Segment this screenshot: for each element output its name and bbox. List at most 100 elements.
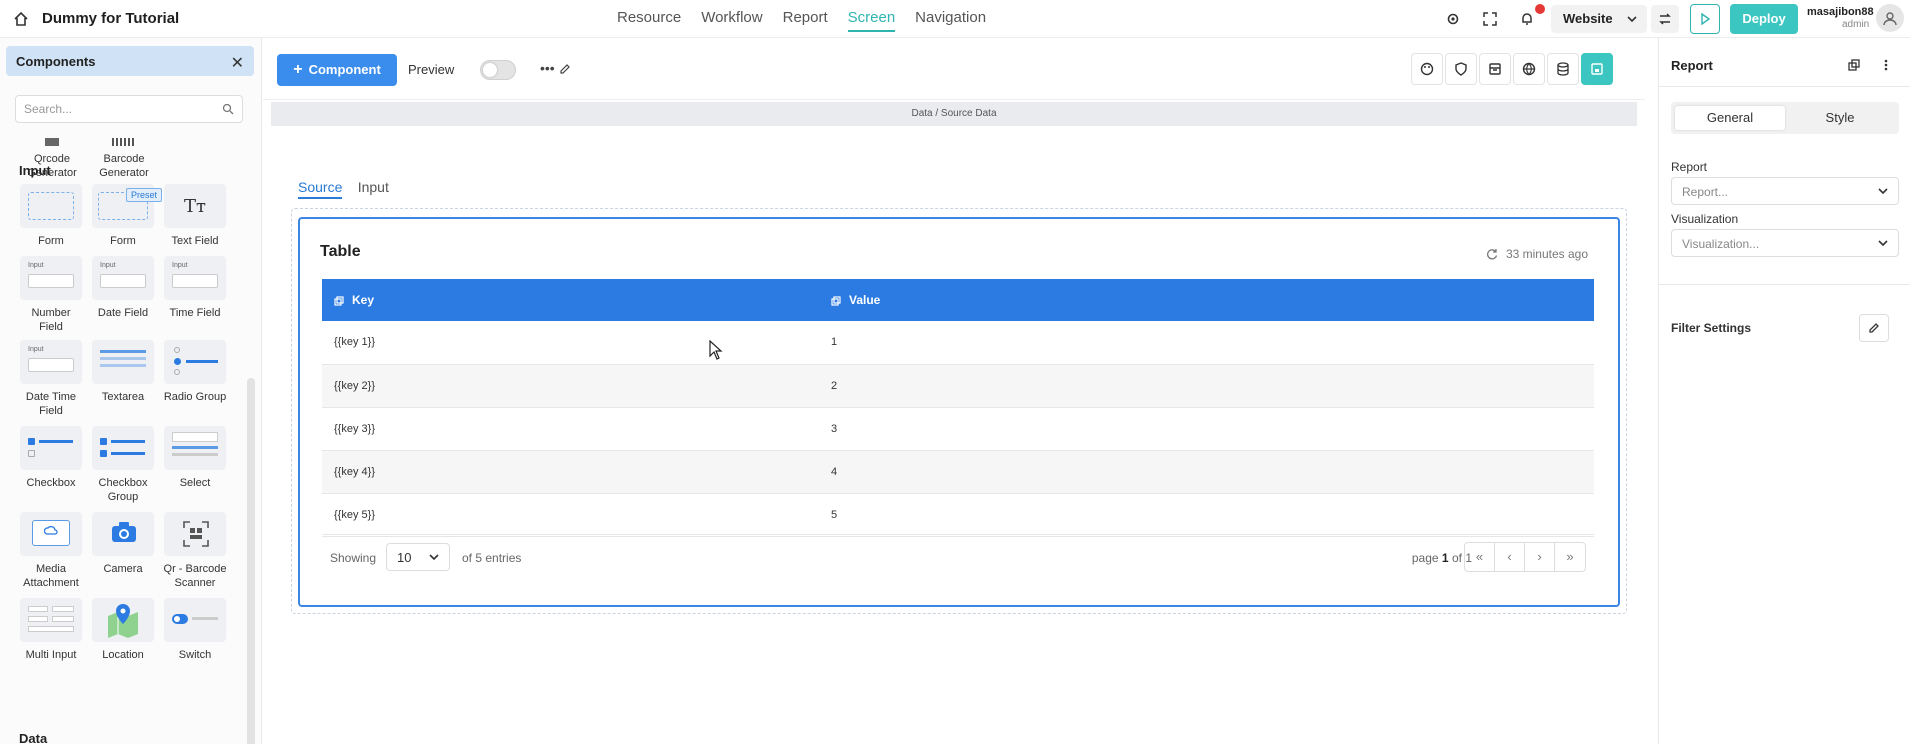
components-header: Components ✕ xyxy=(6,46,254,76)
page-size-select[interactable]: 10 xyxy=(386,543,450,571)
chevron-down-icon xyxy=(1878,188,1888,195)
copy-icon[interactable] xyxy=(1845,56,1863,74)
expand-icon[interactable] xyxy=(1481,10,1499,28)
prev-page-icon[interactable]: ‹ xyxy=(1495,543,1525,571)
table-cell-key: {{key 4}} xyxy=(322,450,819,494)
multi-input-icon xyxy=(20,598,82,642)
table-row[interactable]: {{key 3}} 3 xyxy=(322,407,1594,451)
refresh-icon xyxy=(1486,249,1498,260)
table-row[interactable]: {{key 5}} 5 xyxy=(322,493,1594,537)
avatar[interactable] xyxy=(1876,4,1904,32)
tab-source[interactable]: Source xyxy=(298,179,343,199)
column-header-value[interactable]: Value xyxy=(819,279,1594,321)
component-form[interactable]: Form xyxy=(19,184,83,248)
component-switch[interactable]: Switch xyxy=(163,598,227,662)
more-vertical-icon[interactable] xyxy=(1877,56,1895,74)
filter-settings-label: Filter Settings xyxy=(1671,321,1752,335)
nav-screen[interactable]: Screen xyxy=(847,9,895,32)
entries-count: of 5 entries xyxy=(462,551,522,565)
play-icon[interactable] xyxy=(1690,4,1720,34)
table-footer: Showing 10 of 5 entries page 1 of 1 « ‹ … xyxy=(322,534,1594,580)
tab-input[interactable]: Input xyxy=(358,179,389,199)
source-tabs: Source Input xyxy=(298,179,401,199)
more-edit-icon[interactable]: ••• xyxy=(540,60,571,76)
main-nav: Resource Workflow Report Screen Navigati… xyxy=(617,9,1006,32)
pencil-icon xyxy=(1869,323,1879,333)
component-search[interactable] xyxy=(15,95,243,123)
form-icon xyxy=(20,184,82,228)
component-barcode-generator[interactable]: Barcode Generator xyxy=(92,138,156,180)
edit-filter-button[interactable] xyxy=(1859,314,1889,342)
nav-resource[interactable]: Resource xyxy=(617,9,681,32)
component-text-field[interactable]: Tт Text Field xyxy=(163,184,227,248)
nav-workflow[interactable]: Workflow xyxy=(701,9,762,32)
table-row[interactable]: {{key 2}} 2 xyxy=(322,364,1594,408)
nav-report[interactable]: Report xyxy=(783,9,828,32)
divider xyxy=(1659,86,1910,87)
swap-icon[interactable] xyxy=(1651,5,1679,33)
table-row[interactable]: {{key 1}} 1 xyxy=(322,321,1594,365)
visualization-select[interactable]: Visualization... xyxy=(1671,229,1899,257)
palette-icon[interactable] xyxy=(1411,53,1443,85)
component-time-field[interactable]: Input Time Field xyxy=(163,256,227,320)
breadcrumb: Data / Source Data xyxy=(271,102,1637,126)
search-input[interactable] xyxy=(24,97,214,121)
archive-icon[interactable] xyxy=(1479,53,1511,85)
radio-group-icon xyxy=(164,340,226,384)
component-number-field[interactable]: Input Number Field xyxy=(19,256,83,334)
report-select[interactable]: Report... xyxy=(1671,177,1899,205)
component-date-time-field[interactable]: Input Date Time Field xyxy=(19,340,83,418)
home-icon[interactable] xyxy=(13,11,29,27)
component-location[interactable]: Location xyxy=(91,598,155,662)
website-select[interactable]: Website xyxy=(1551,5,1647,33)
report-label: Report xyxy=(1671,160,1708,174)
tab-general[interactable]: General xyxy=(1675,106,1785,130)
shield-icon[interactable] xyxy=(1445,53,1477,85)
globe-icon[interactable] xyxy=(1513,53,1545,85)
time-field-icon: Input xyxy=(164,256,226,300)
last-page-icon[interactable]: » xyxy=(1555,543,1585,571)
close-icon[interactable]: ✕ xyxy=(231,53,244,73)
component-checkbox-group[interactable]: Checkbox Group xyxy=(91,426,155,504)
refresh-status[interactable]: 33 minutes ago xyxy=(1486,247,1588,261)
component-date-field[interactable]: Input Date Field xyxy=(91,256,155,320)
preset-badge: Preset xyxy=(126,188,163,202)
table-row[interactable]: {{key 4}} 4 xyxy=(322,450,1594,494)
table-cell-value: 5 xyxy=(819,493,1594,537)
component-multi-input[interactable]: Multi Input xyxy=(19,598,83,662)
bell-icon[interactable] xyxy=(1518,10,1536,28)
components-scrollbar[interactable] xyxy=(247,378,255,744)
save-icon[interactable] xyxy=(1581,53,1613,85)
checkbox-icon xyxy=(20,426,82,470)
component-checkbox[interactable]: Checkbox xyxy=(19,426,83,490)
table-cell-value: 4 xyxy=(819,450,1594,494)
switch-icon xyxy=(164,598,226,642)
component-textarea[interactable]: Textarea xyxy=(91,340,155,404)
deploy-button[interactable]: Deploy xyxy=(1730,4,1798,34)
barcode-icon xyxy=(92,138,156,146)
component-radio-group[interactable]: Radio Group xyxy=(163,340,227,404)
user-role: admin xyxy=(1842,19,1870,30)
pagination: « ‹ › » xyxy=(1464,542,1586,572)
next-page-icon[interactable]: › xyxy=(1525,543,1555,571)
component-form-preset[interactable]: Preset Form xyxy=(91,184,163,248)
preview-toggle[interactable] xyxy=(480,60,516,80)
add-component-button[interactable]: + Component xyxy=(277,54,397,86)
database-icon[interactable] xyxy=(1547,53,1579,85)
component-camera[interactable]: Camera xyxy=(91,512,155,576)
component-select[interactable]: Select xyxy=(163,426,227,490)
column-header-key[interactable]: Key xyxy=(322,279,819,321)
component-qr-barcode-scanner[interactable]: Qr - Barcode Scanner xyxy=(163,512,227,590)
component-media-attachment[interactable]: Media Attachment xyxy=(19,512,83,590)
gear-icon[interactable] xyxy=(1444,10,1462,28)
table-component[interactable]: Table 33 minutes ago Key Value {{key 1}}… xyxy=(298,217,1620,607)
properties-panel: Report General Style Report Report... Vi… xyxy=(1658,38,1910,744)
datetime-field-icon: Input xyxy=(20,340,82,384)
form-preset-icon: Preset xyxy=(92,184,163,228)
first-page-icon[interactable]: « xyxy=(1465,543,1495,571)
nav-navigation[interactable]: Navigation xyxy=(915,9,986,32)
editor-canvas: Data / Source Data Source Input Table 33… xyxy=(263,100,1645,744)
tab-style[interactable]: Style xyxy=(1785,106,1895,130)
table-cell-value: 3 xyxy=(819,407,1594,451)
mouse-cursor-icon xyxy=(709,340,723,360)
